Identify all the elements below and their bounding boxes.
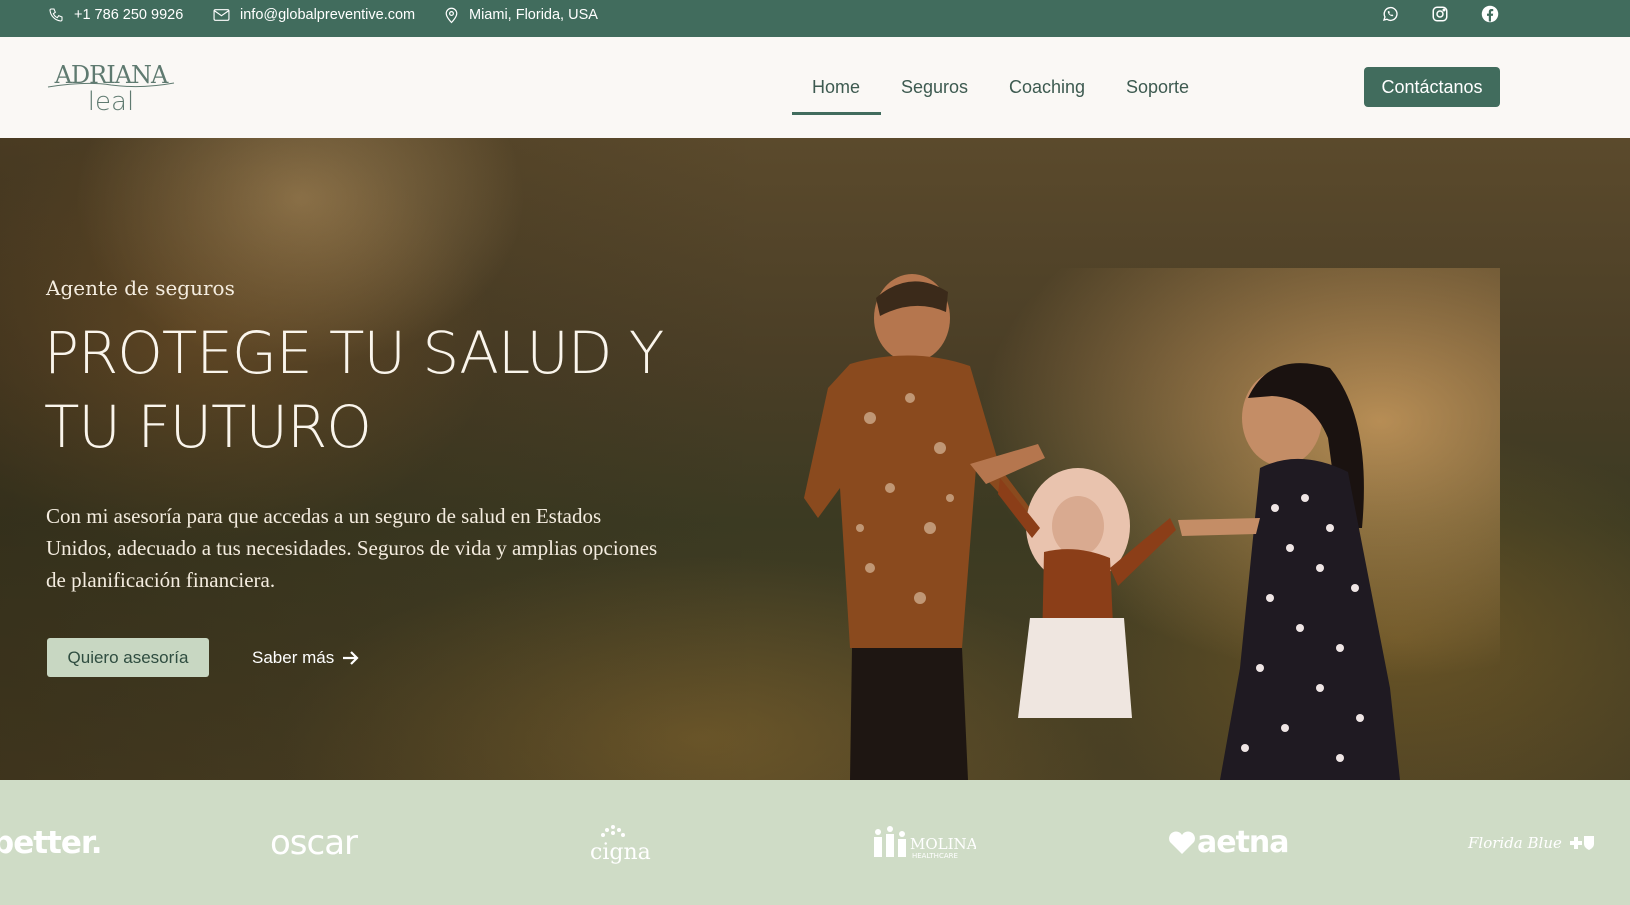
mail-icon [213,9,230,21]
svg-text:MOLINA: MOLINA [910,835,976,853]
nav-seguros[interactable]: Seguros [901,77,968,98]
nav-home[interactable]: Home [812,77,860,98]
svg-text:HEALTHCARE: HEALTHCARE [912,852,958,860]
partner-logo-ambetter: better. [0,824,103,861]
logo-mark: ADRIANA leal [47,61,175,117]
map-pin-icon [445,7,458,24]
cross-shield-icon [1569,835,1594,850]
partner-logos-strip: better. oscar cigna MOLINA HEALTHCARE ae… [0,780,1630,905]
saber-mas-label: Saber más [252,648,335,667]
molina-logo-mark: MOLINA HEALTHCARE [874,825,976,860]
partner-logo-aetna: aetna [1168,780,1290,905]
site-header: ADRIANA leal Home Seguros Coaching Sopor… [0,37,1630,138]
hero-headline: PROTEGE TU SALUD Y TU FUTURO [44,316,724,464]
email-text: info@globalpreventive.com [240,7,416,23]
svg-text:cigna: cigna [590,840,651,865]
brand-logo[interactable]: ADRIANA leal [46,61,176,117]
top-contact-bar: +1 786 250 9926 info@globalpreventive.co… [0,0,1630,37]
nav-active-indicator [792,112,881,115]
hero-headline-line-2: TU FUTURO [44,393,372,461]
partner-logo-florida-blue: Florida Blue [1468,780,1596,905]
instagram-link[interactable] [1429,3,1451,25]
arrow-right-icon [343,651,359,665]
partner-logo-oscar: oscar [270,822,358,863]
contact-button[interactable]: Contáctanos [1364,67,1500,107]
phone-text: +1 786 250 9926 [74,7,184,23]
phone-contact[interactable]: +1 786 250 9926 [48,0,183,30]
instagram-icon [1432,6,1448,22]
family-photo [700,268,1500,780]
hero-description: Con mi asesoría para que accedas a un se… [46,504,658,592]
hero-headline-line-1: PROTEGE TU SALUD Y [44,319,664,387]
svg-text:leal: leal [88,87,134,117]
cigna-tree-icon: cigna [590,824,651,865]
phone-icon [49,8,63,22]
hero-section: Agente de seguros PROTEGE TU SALUD Y TU … [0,138,1630,780]
nav-coaching[interactable]: Coaching [1009,77,1085,98]
location-text: Miami, Florida, USA [469,7,598,23]
saber-mas-link[interactable]: Saber más [252,646,360,670]
email-contact[interactable]: info@globalpreventive.com [213,0,415,30]
quiero-asesoria-button[interactable]: Quiero asesoría [47,638,209,677]
facebook-icon [1481,5,1499,23]
partner-logo-cigna: cigna [588,780,658,905]
nav-soporte[interactable]: Soporte [1126,77,1189,98]
hero-eyebrow: Agente de seguros [46,276,235,300]
whatsapp-icon [1382,6,1398,22]
location-contact[interactable]: Miami, Florida, USA [444,0,598,30]
heart-icon [1169,831,1195,854]
facebook-link[interactable] [1479,3,1501,25]
partner-logo-molina: MOLINA HEALTHCARE [872,780,976,905]
whatsapp-link[interactable] [1379,3,1401,25]
